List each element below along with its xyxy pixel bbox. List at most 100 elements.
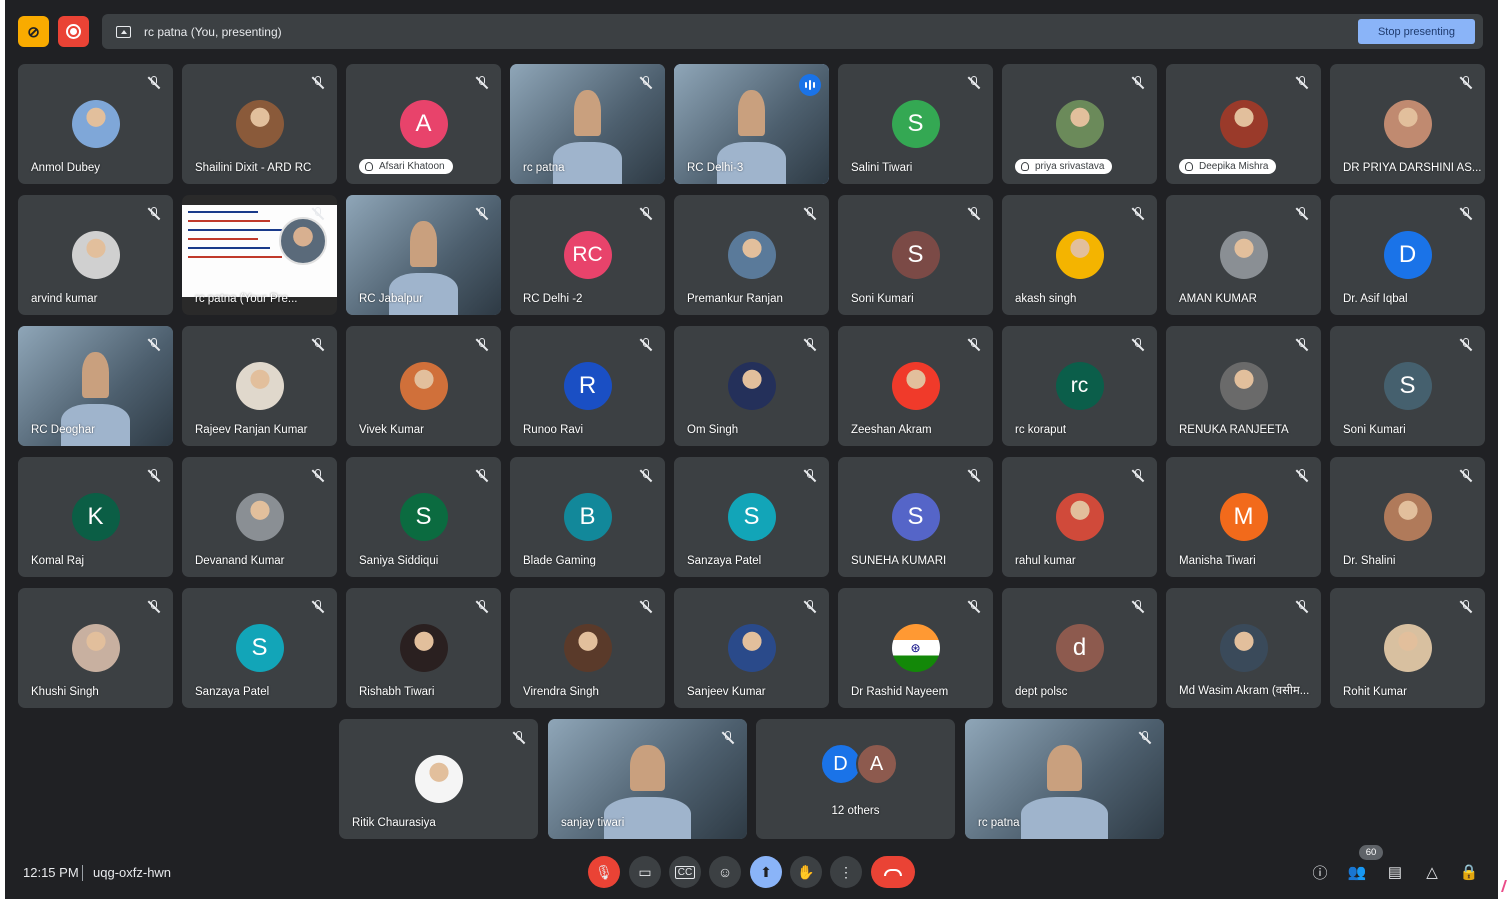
participant-tile[interactable]: Rajeev Ranjan Kumar: [182, 326, 337, 446]
slide-text-line: [188, 247, 270, 249]
participant-avatar: [414, 755, 463, 803]
video-person-head: [737, 90, 766, 136]
mic-off-icon: [1296, 207, 1308, 221]
speaker-photo: [279, 217, 327, 265]
participant-tile[interactable]: DR PRIYA DARSHINI AS...: [1330, 64, 1485, 184]
participant-tile[interactable]: RC Delhi-3: [674, 64, 829, 184]
participant-tile[interactable]: Vivek Kumar: [346, 326, 501, 446]
participant-tile[interactable]: A Afsari Khatoon: [346, 64, 501, 184]
recording-button[interactable]: [58, 16, 89, 47]
participant-name: dept polsc: [1015, 686, 1068, 698]
meeting-code: uqg-oxfz-hwn: [93, 865, 172, 880]
participant-tile[interactable]: S SUNEHA KUMARI: [838, 457, 993, 577]
participant-tile[interactable]: Virendra Singh: [510, 588, 665, 708]
participant-tile[interactable]: sanjay tiwari: [548, 719, 747, 839]
participant-name: rc koraput: [1015, 424, 1067, 436]
participant-tile[interactable]: rc patna: [510, 64, 665, 184]
participant-tile[interactable]: AMAN KUMAR: [1166, 195, 1321, 315]
mic-off-icon: [476, 207, 488, 221]
participant-tile[interactable]: Om Singh: [674, 326, 829, 446]
participant-name: arvind kumar: [31, 293, 98, 305]
participant-tile[interactable]: S Sanzaya Patel: [674, 457, 829, 577]
participant-tile[interactable]: Ritik Chaurasiya: [339, 719, 538, 839]
participant-name: 12 others: [831, 805, 880, 817]
leave-call-button[interactable]: [871, 856, 915, 888]
present-now-button[interactable]: ⬆: [750, 856, 782, 888]
participant-count-badge: 60: [1359, 845, 1383, 860]
participant-tile[interactable]: S Soni Kumari: [838, 195, 993, 315]
people-button[interactable]: 👥: [1345, 860, 1369, 884]
participant-avatar: [71, 231, 120, 279]
participant-tile[interactable]: RC Jabalpur: [346, 195, 501, 315]
video-person-head: [573, 90, 602, 136]
participant-tile[interactable]: Shailini Dixit - ARD RC: [182, 64, 337, 184]
participant-tile[interactable]: S Sanzaya Patel: [182, 588, 337, 708]
reactions-button[interactable]: ☺: [709, 856, 741, 888]
meeting-details-button[interactable]: ⓘ: [1308, 860, 1332, 884]
captions-button[interactable]: CC: [669, 856, 701, 888]
participant-avatar: S: [891, 493, 940, 541]
participant-tile[interactable]: D A 12 others: [756, 719, 955, 839]
participant-tile[interactable]: d dept polsc: [1002, 588, 1157, 708]
participant-tile[interactable]: S Soni Kumari: [1330, 326, 1485, 446]
participant-avatar: ⊛: [891, 624, 940, 672]
participant-tile[interactable]: D Dr. Asif Iqbal: [1330, 195, 1485, 315]
participant-tile[interactable]: RC Deoghar: [18, 326, 173, 446]
participant-name-text: Deepika Mishra: [1199, 161, 1269, 172]
hide-self-view-button[interactable]: ⊘: [18, 16, 49, 47]
participant-tile[interactable]: S Salini Tiwari: [838, 64, 993, 184]
participant-tile[interactable]: akash singh: [1002, 195, 1157, 315]
participant-avatar: [235, 493, 284, 541]
mic-off-icon: [1132, 76, 1144, 90]
participant-tile[interactable]: rc patna: [965, 719, 1164, 839]
participant-name: Rishabh Tiwari: [359, 686, 435, 698]
raise-hand-button[interactable]: ✋: [790, 856, 822, 888]
emoji-icon: ☺: [717, 864, 733, 880]
participant-tile[interactable]: RC RC Delhi -2: [510, 195, 665, 315]
participant-avatar: [235, 100, 284, 148]
mic-off-icon: [968, 600, 980, 614]
mic-off-icon: [513, 731, 525, 745]
participant-tile[interactable]: Md Wasim Akram (वसीम...: [1166, 588, 1321, 708]
participant-tile[interactable]: Premankur Ranjan: [674, 195, 829, 315]
participant-tile[interactable]: K Komal Raj: [18, 457, 173, 577]
participant-tile[interactable]: Rishabh Tiwari: [346, 588, 501, 708]
participant-tile[interactable]: rc rc koraput: [1002, 326, 1157, 446]
mic-off-icon: [640, 76, 652, 90]
participant-tile[interactable]: RENUKA RANJEETA: [1166, 326, 1321, 446]
activities-button[interactable]: △: [1420, 860, 1444, 884]
participant-tile[interactable]: Zeeshan Akram: [838, 326, 993, 446]
participant-tile[interactable]: M Manisha Tiwari: [1166, 457, 1321, 577]
mic-off-icon: [1460, 469, 1472, 483]
participant-tile[interactable]: R Runoo Ravi: [510, 326, 665, 446]
participant-tile[interactable]: ⊛ Dr Rashid Nayeem: [838, 588, 993, 708]
participant-tile[interactable]: rc patna (Your Pre...: [182, 195, 337, 315]
participant-tile[interactable]: Anmol Dubey: [18, 64, 173, 184]
participant-tile[interactable]: Sanjeev Kumar: [674, 588, 829, 708]
microphone-button[interactable]: 🎙: [588, 856, 620, 888]
participant-tile[interactable]: rahul kumar: [1002, 457, 1157, 577]
participant-tile[interactable]: Dr. Shalini: [1330, 457, 1485, 577]
participant-avatar: [1383, 624, 1432, 672]
more-options-button[interactable]: ⋮: [830, 856, 862, 888]
mic-off-icon: [1460, 600, 1472, 614]
participant-tile[interactable]: S Saniya Siddiqui: [346, 457, 501, 577]
participant-tile[interactable]: arvind kumar: [18, 195, 173, 315]
mic-off-icon: [804, 207, 816, 221]
camera-button[interactable]: ▭: [629, 856, 661, 888]
mic-off-icon: [640, 600, 652, 614]
participant-tile[interactable]: Deepika Mishra: [1166, 64, 1321, 184]
host-controls-button[interactable]: 🔒: [1457, 860, 1481, 884]
participant-tile[interactable]: Khushi Singh: [18, 588, 173, 708]
participant-tile[interactable]: Rohit Kumar: [1330, 588, 1485, 708]
participant-name: Rohit Kumar: [1343, 686, 1407, 698]
participant-name: Premankur Ranjan: [687, 293, 783, 305]
participant-tile[interactable]: priya srivastava: [1002, 64, 1157, 184]
mic-off-icon: [968, 338, 980, 352]
participant-tile[interactable]: Devanand Kumar: [182, 457, 337, 577]
participant-name: Rajeev Ranjan Kumar: [195, 424, 308, 436]
participant-tile[interactable]: B Blade Gaming: [510, 457, 665, 577]
chat-button[interactable]: ▤: [1383, 860, 1407, 884]
stop-presenting-button[interactable]: Stop presenting: [1358, 19, 1475, 44]
participant-avatar: [235, 362, 284, 410]
